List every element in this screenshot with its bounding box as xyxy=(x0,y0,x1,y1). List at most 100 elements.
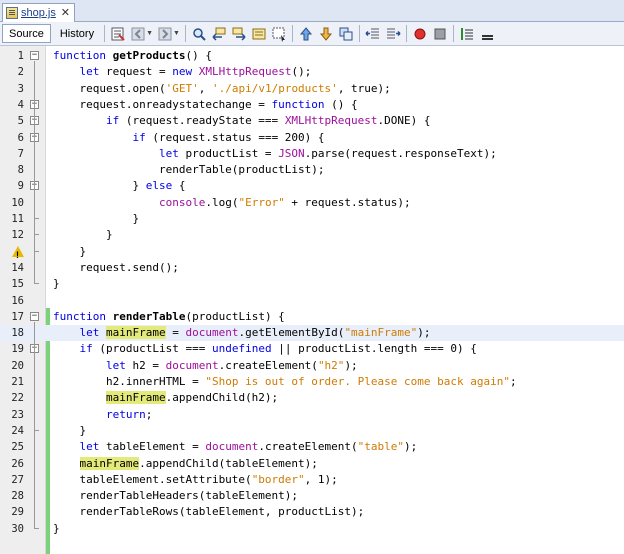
back-dropdown-icon[interactable]: ▼ xyxy=(146,30,153,37)
code-line[interactable]: 26 mainFrame.appendChild(tableElement); xyxy=(0,456,624,472)
line-number: 5 xyxy=(17,115,24,128)
code-text: let productList = JSON.parse(request.res… xyxy=(158,146,497,160)
code-line[interactable]: 11 } xyxy=(0,211,624,227)
forward-icon[interactable] xyxy=(156,25,174,43)
code-line[interactable]: 6− if (request.status === 200) { xyxy=(0,130,624,146)
code-line[interactable]: 1− function getProducts() { xyxy=(0,48,624,64)
line-number: 21 xyxy=(11,376,24,388)
toolbar-separator xyxy=(291,25,293,42)
code-line[interactable]: 18 let mainFrame = document.getElementBy… xyxy=(0,325,624,342)
code-line[interactable]: 23 return; xyxy=(0,407,624,423)
code-text: } else { xyxy=(53,179,186,193)
find-next-icon[interactable] xyxy=(230,25,248,43)
tab-history[interactable]: History xyxy=(53,24,101,43)
forward-dropdown-icon[interactable]: ▼ xyxy=(173,30,180,37)
comment-icon[interactable] xyxy=(458,25,476,43)
code-text: } xyxy=(53,423,87,437)
code-text: request.onreadystatechange = function ()… xyxy=(53,97,358,111)
code-line[interactable]: 7 let productList = JSON.parse(request.r… xyxy=(0,146,624,162)
code-line[interactable]: 5− if (request.readyState === XMLHttpReq… xyxy=(0,113,624,129)
warning-icon[interactable] xyxy=(12,245,24,263)
code-line[interactable]: 19− if (productList === undefined || pro… xyxy=(0,341,624,357)
line-number: 9 xyxy=(17,180,24,193)
toggle-rect-select-icon[interactable] xyxy=(270,25,288,43)
line-number: 1 xyxy=(17,50,24,62)
line-number: 28 xyxy=(11,490,24,503)
code-line[interactable]: 3 request.open('GET', './api/v1/products… xyxy=(0,81,624,97)
code-text: request.send(); xyxy=(53,260,179,274)
code-line[interactable]: 30} xyxy=(0,521,624,537)
find-selection-icon[interactable] xyxy=(190,25,208,43)
line-number: 24 xyxy=(11,424,24,437)
tab-shop-js[interactable]: shop.js ✕ xyxy=(2,3,75,22)
fold-toggle-icon[interactable]: − xyxy=(30,51,39,60)
fold-guide-end xyxy=(34,234,39,236)
code-text: } xyxy=(53,228,113,242)
code-text: } xyxy=(53,212,140,225)
next-bookmark-icon[interactable] xyxy=(317,25,335,43)
code-line[interactable]: 8 renderTable(productList); xyxy=(0,162,624,178)
tab-source[interactable]: Source xyxy=(2,24,51,43)
code-line[interactable]: 20 let h2 = document.createElement("h2")… xyxy=(0,358,624,374)
uncomment-icon[interactable] xyxy=(478,25,496,43)
code-line[interactable]: 4− request.onreadystatechange = function… xyxy=(0,97,624,113)
line-number: 29 xyxy=(11,506,24,519)
code-text: mainFrame.appendChild(h2); xyxy=(105,391,279,405)
javascript-file-icon xyxy=(6,7,18,19)
line-number: 4 xyxy=(17,98,24,111)
code-line[interactable]: 14 request.send(); xyxy=(0,260,624,276)
code-line[interactable]: 28 renderTableHeaders(tableElement); xyxy=(0,488,624,504)
toolbar-separator xyxy=(184,25,186,42)
line-number: 2 xyxy=(17,66,24,79)
line-number: 30 xyxy=(11,522,24,535)
code-text: function getProducts() { xyxy=(53,49,212,62)
code-text: return; xyxy=(105,407,153,421)
shift-left-icon[interactable] xyxy=(364,25,382,43)
code-line[interactable]: 13 } xyxy=(0,244,624,263)
code-text: let request = new XMLHttpRequest(); xyxy=(79,65,312,79)
line-number: 10 xyxy=(11,196,24,209)
code-line[interactable]: 17− function renderTable(productList) { xyxy=(0,309,624,325)
code-line[interactable]: 22 mainFrame.appendChild(h2); xyxy=(0,390,624,406)
fold-guide-end xyxy=(34,429,39,431)
shift-right-icon[interactable] xyxy=(384,25,402,43)
code-line[interactable]: 15} xyxy=(0,276,624,292)
close-tab-icon[interactable]: ✕ xyxy=(61,6,70,19)
code-line[interactable]: 27 tableElement.setAttribute("border", 1… xyxy=(0,472,624,488)
line-number: 11 xyxy=(11,213,24,225)
code-line[interactable]: 29 renderTableRows(tableElement, product… xyxy=(0,504,624,520)
stop-macro-icon[interactable] xyxy=(431,25,449,43)
fold-toggle-icon[interactable]: − xyxy=(30,311,39,321)
code-line[interactable]: 9− } else { xyxy=(0,178,624,194)
line-number: 22 xyxy=(11,392,24,405)
line-number: 15 xyxy=(11,278,24,291)
line-number: 3 xyxy=(17,82,24,95)
toggle-highlight-icon[interactable] xyxy=(250,25,268,43)
code-line[interactable]: 16 xyxy=(0,293,624,309)
start-macro-icon[interactable] xyxy=(411,25,429,43)
code-text: let h2 = document.createElement("h2"); xyxy=(105,358,358,372)
toggle-bookmark-icon[interactable] xyxy=(337,25,355,43)
code-line[interactable]: 25 let tableElement = document.createEle… xyxy=(0,439,624,455)
line-number: 14 xyxy=(11,261,24,274)
code-line[interactable]: 10 console.log("Error" + request.status)… xyxy=(0,195,624,211)
code-editor[interactable]: 1− function getProducts() {2 let request … xyxy=(0,46,624,554)
code-line[interactable]: 21 h2.innerHTML = "Shop is out of order.… xyxy=(0,374,624,390)
line-number: 17 xyxy=(11,310,24,323)
code-line[interactable]: 12 } xyxy=(0,227,624,243)
fold-guide-end xyxy=(34,527,39,529)
previous-bookmark-icon[interactable] xyxy=(297,25,315,43)
line-number: 26 xyxy=(11,457,24,470)
fold-guide-end xyxy=(34,250,39,252)
code-line[interactable]: 2 let request = new XMLHttpRequest(); xyxy=(0,64,624,80)
code-text: if (productList === undefined || product… xyxy=(79,342,477,356)
back-icon[interactable] xyxy=(129,25,147,43)
find-previous-icon[interactable] xyxy=(210,25,228,43)
line-number: 27 xyxy=(11,473,24,486)
tab-title: shop.js xyxy=(21,7,56,19)
fold-guide xyxy=(34,354,35,430)
line-number: 20 xyxy=(11,359,24,372)
last-edit-icon[interactable] xyxy=(109,25,127,43)
code-line[interactable]: 24 } xyxy=(0,423,624,439)
code-text: let mainFrame = document.getElementById(… xyxy=(79,326,431,340)
